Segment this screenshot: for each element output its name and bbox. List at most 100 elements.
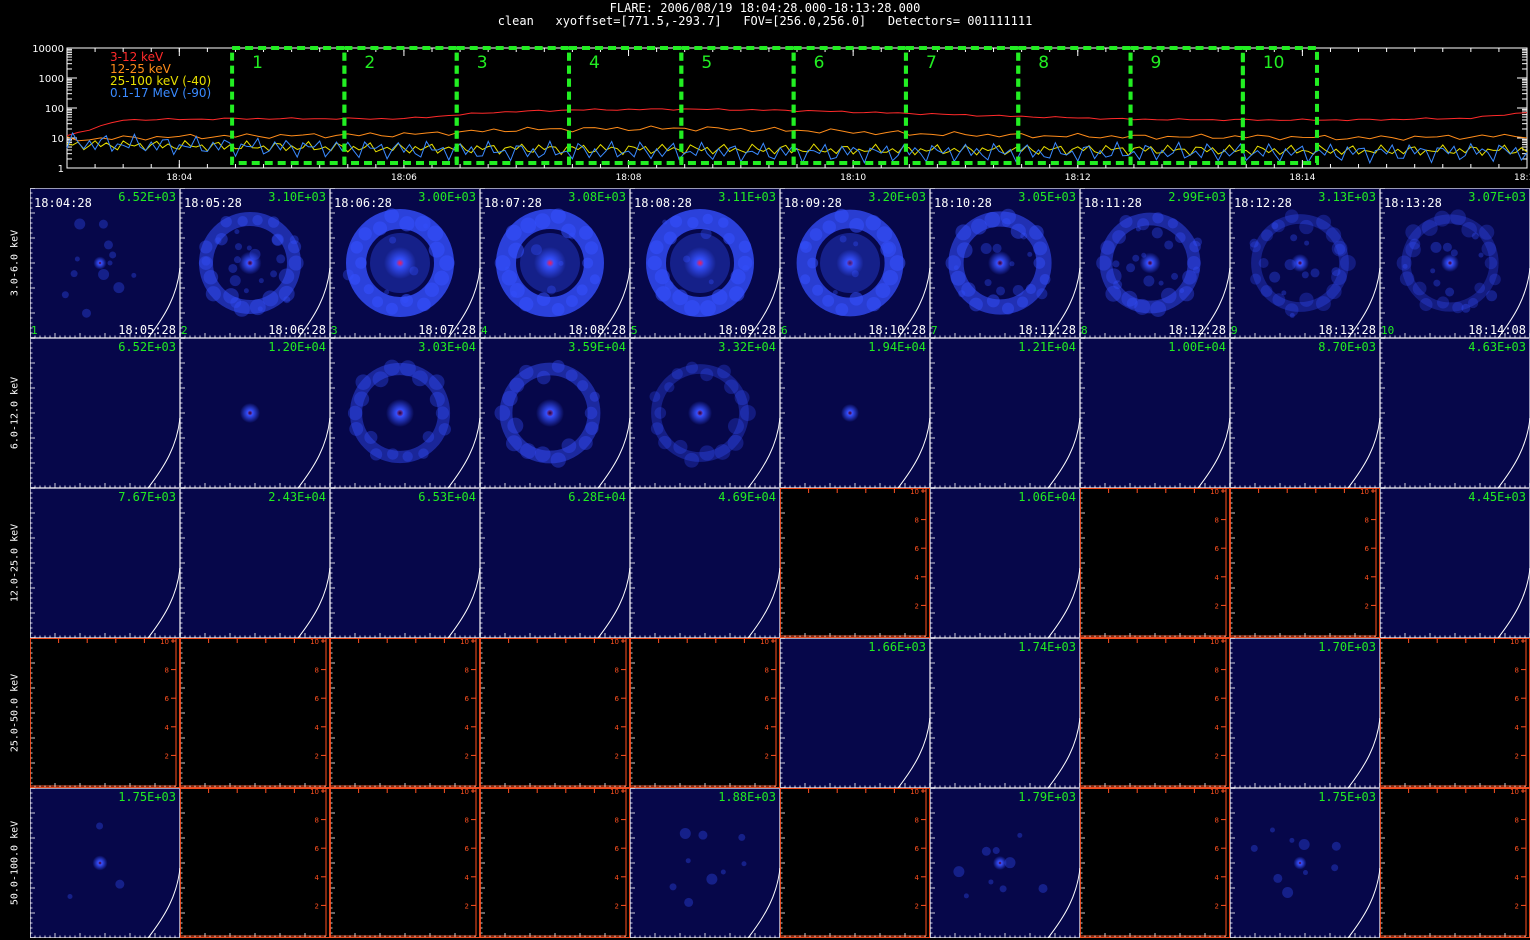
emission-blob — [742, 264, 750, 272]
emission-blob — [654, 407, 667, 419]
emission-blob — [1334, 243, 1346, 255]
emission-blob — [1474, 282, 1486, 294]
cell-border — [630, 788, 780, 938]
peak-value: 3.00E+03 — [418, 190, 476, 204]
image-parameters: clean xyoffset=[771.5,-293.7] FOV=[256.0… — [497, 14, 1033, 28]
empty-axis-tick-label: 10 — [310, 788, 319, 796]
image-cell: 1.75E+03 — [1230, 788, 1380, 938]
peak-value: 1.06E+04 — [1018, 490, 1076, 504]
emission-blob — [1193, 237, 1203, 247]
empty-axis-tick-label: 6 — [1215, 695, 1220, 703]
cell-canvas: 2 4 6 8 10 — [1380, 638, 1530, 788]
emission-blob — [519, 364, 534, 380]
emission-blob — [510, 290, 518, 298]
peak-value: 1.21E+04 — [1018, 340, 1076, 354]
emission-blob — [115, 879, 125, 889]
energy-band-label: 12.0-25.0 keV — [0, 488, 30, 638]
y-tick-label: 1000 — [39, 74, 64, 85]
interval-end-time: 18:06:28 — [268, 323, 326, 337]
emission-blob — [243, 288, 249, 294]
emission-blob — [963, 893, 969, 899]
empty-image-cell: 2 4 6 8 10 — [330, 638, 480, 788]
cell-border — [780, 638, 930, 788]
cell-border — [1230, 488, 1380, 638]
cell-canvas — [30, 488, 180, 638]
peak-value: 1.74E+03 — [1018, 640, 1076, 654]
emission-blob — [276, 254, 286, 264]
emission-blob — [720, 869, 726, 875]
emission-blob — [422, 431, 435, 443]
emission-blob — [67, 894, 73, 900]
emission-blob — [1260, 285, 1273, 297]
emission-blob — [1271, 222, 1279, 230]
emission-blob — [1339, 255, 1356, 271]
emission-blob — [1284, 209, 1299, 223]
interval-end-time: 18:12:28 — [1168, 323, 1226, 337]
emission-source — [1291, 254, 1309, 272]
cell-border — [1380, 638, 1530, 788]
emission-blob — [1113, 280, 1123, 290]
solar-limb-line — [1047, 717, 1080, 788]
solar-limb-line — [1047, 417, 1080, 488]
emission-blob — [739, 405, 756, 421]
interval-label: 2 — [364, 53, 375, 73]
cell-canvas — [180, 488, 330, 638]
emission-blob — [494, 405, 511, 421]
emission-blob — [347, 405, 363, 421]
cell-border — [180, 638, 330, 788]
y-tick-label: 10 — [51, 134, 64, 145]
image-cell: 8.70E+03 — [1230, 338, 1380, 488]
emission-blob — [428, 241, 445, 258]
cell-canvas — [30, 188, 180, 338]
emission-blob — [1269, 827, 1275, 833]
solar-limb-line — [1347, 867, 1380, 938]
emission-blob — [585, 421, 599, 435]
cell-canvas — [780, 188, 930, 338]
cell-border — [480, 638, 630, 788]
emission-blob — [246, 245, 252, 251]
emission-blob — [203, 269, 219, 285]
empty-axis-tick-label: 6 — [1365, 545, 1370, 553]
emission-source — [534, 247, 566, 279]
image-cell: 6.52E+03 — [30, 338, 180, 488]
emission-blob — [384, 359, 400, 376]
emission-blob — [384, 208, 400, 224]
cell-border — [930, 488, 1080, 638]
emission-blob — [98, 268, 110, 280]
emission-blob — [1012, 284, 1024, 296]
emission-blob — [708, 279, 714, 285]
empty-axis-tick-label: 6 — [465, 695, 470, 703]
cell-canvas — [480, 338, 630, 488]
emission-blob — [1033, 241, 1048, 256]
emission-blob — [401, 296, 409, 304]
emission-blob — [561, 438, 577, 454]
cell-border — [30, 488, 180, 638]
interval-start-time: 18:07:28 — [484, 196, 542, 210]
emission-blob — [658, 435, 672, 450]
emission-blob — [267, 216, 280, 228]
interval-start-time: 18:05:28 — [184, 196, 242, 210]
emission-blob — [103, 240, 113, 250]
interval-end-time: 18:07:28 — [418, 323, 476, 337]
image-cell: 2.43E+04 — [180, 488, 330, 638]
empty-axis-tick-label: 6 — [465, 845, 470, 853]
lightcurve-plot: 10000 1000 100 10 1 18:04 18:06 18:08 18:10 18:12… — [32, 44, 1530, 183]
cell-canvas: 2 4 6 8 10 — [330, 638, 480, 788]
emission-blob — [412, 370, 428, 387]
cell-canvas: 2 4 6 8 10 — [630, 638, 780, 788]
emission-blob — [372, 371, 389, 388]
image-cell: 3.10E+03 18:05:28 2 18:06:28 — [180, 188, 330, 338]
interval-index: 1 — [31, 324, 38, 337]
emission-blob — [109, 251, 117, 259]
interval-end-time: 18:10:28 — [868, 323, 926, 337]
solar-limb-line — [597, 417, 630, 488]
image-cell: 1.21E+04 — [930, 338, 1080, 488]
emission-blob — [389, 236, 397, 244]
emission-blob — [387, 448, 399, 460]
empty-axis-tick-label: 8 — [615, 817, 619, 825]
emission-blob — [249, 299, 266, 316]
cell-canvas — [30, 338, 180, 488]
emission-blob — [807, 257, 819, 269]
solar-limb-line — [1047, 567, 1080, 638]
empty-axis-tick-label: 2 — [465, 902, 469, 910]
